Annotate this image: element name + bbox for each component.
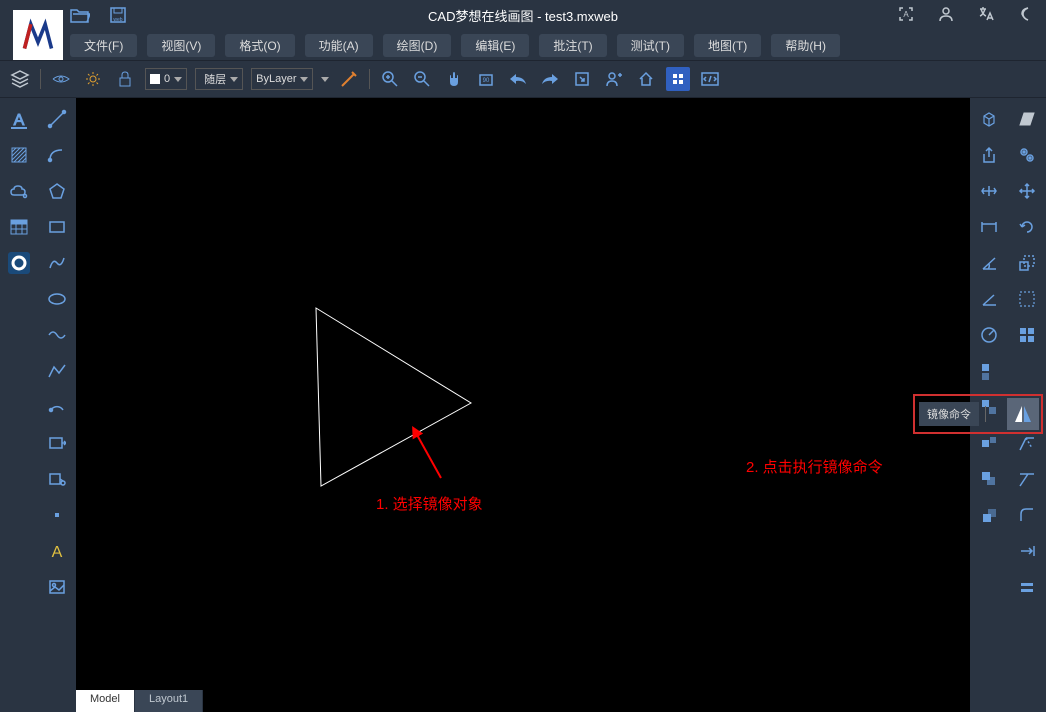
arc-tool-icon[interactable]: [46, 144, 68, 166]
visibility-icon[interactable]: [49, 67, 73, 91]
layer-number: 0: [164, 73, 170, 85]
app-title: CAD梦想在线画图 - test3.mxweb: [428, 6, 618, 25]
bring-front-tool-icon[interactable]: [978, 504, 1000, 526]
menu-file[interactable]: 文件(F): [70, 34, 137, 57]
bylayer-label: ByLayer: [256, 73, 296, 85]
text-tool-icon[interactable]: A: [8, 108, 30, 130]
open-icon[interactable]: [70, 5, 90, 25]
layer-selector[interactable]: 0: [145, 68, 187, 90]
scale-tool-icon[interactable]: [1016, 252, 1038, 274]
align-horiz-tool-icon[interactable]: [978, 180, 1000, 202]
mirror-command-icon[interactable]: [1007, 398, 1039, 430]
half-circle-tool-icon[interactable]: [46, 396, 68, 418]
dim-linear-tool-icon[interactable]: [978, 216, 1000, 238]
drawing-canvas[interactable]: 1. 选择镜像对象 2. 点击执行镜像命令 Model Layout1: [76, 98, 970, 712]
grid-array-tool-icon[interactable]: [1016, 324, 1038, 346]
grid-icon[interactable]: [666, 67, 690, 91]
layers-icon[interactable]: [8, 67, 32, 91]
menu-format[interactable]: 格式(O): [225, 34, 294, 57]
annotation-step1: 1. 选择镜像对象: [376, 493, 483, 514]
svg-text:A: A: [14, 112, 25, 129]
menu-help[interactable]: 帮助(H): [771, 34, 840, 57]
point-tool-icon[interactable]: [46, 504, 68, 526]
bylayer-selector[interactable]: ByLayer: [251, 68, 313, 90]
wave-tool-icon[interactable]: [46, 324, 68, 346]
angle2-tool-icon[interactable]: [978, 288, 1000, 310]
equal-tool-icon[interactable]: [1016, 576, 1038, 598]
rectangle-tool-icon[interactable]: [46, 216, 68, 238]
home-icon[interactable]: [634, 67, 658, 91]
undo-icon[interactable]: [506, 67, 530, 91]
menu-draw[interactable]: 绘图(D): [383, 34, 452, 57]
dropdown-icon[interactable]: [321, 77, 329, 82]
menu-test[interactable]: 测试(T): [617, 34, 684, 57]
zoom-out-icon[interactable]: [410, 67, 434, 91]
insert-block-tool-icon[interactable]: [46, 432, 68, 454]
code-icon[interactable]: [698, 67, 722, 91]
image-tool-icon[interactable]: [46, 576, 68, 598]
save-icon[interactable]: web: [108, 5, 128, 25]
extend-tool-icon[interactable]: [1016, 468, 1038, 490]
svg-text:web: web: [113, 17, 122, 23]
app-logo: [13, 10, 63, 60]
rotate-tool-icon[interactable]: [1016, 216, 1038, 238]
fillet-tool-icon[interactable]: [1016, 504, 1038, 526]
linestyle-label: 随层: [204, 71, 226, 87]
angle-tool-icon[interactable]: [978, 252, 1000, 274]
arrange-tool-icon[interactable]: [978, 432, 1000, 454]
mtext-tool-icon[interactable]: A: [46, 540, 68, 562]
polyline-tool-icon[interactable]: [46, 360, 68, 382]
menu-annotate[interactable]: 批注(T): [539, 34, 606, 57]
eraser-tool-icon[interactable]: [1016, 108, 1038, 130]
scan-icon[interactable]: A: [898, 6, 916, 24]
3dbox-tool-icon[interactable]: [978, 108, 1000, 130]
menubar: 文件(F) 视图(V) 格式(O) 功能(A) 绘图(D) 编辑(E) 批注(T…: [0, 30, 1046, 60]
trim-tool-icon[interactable]: [1016, 432, 1038, 454]
menu-map[interactable]: 地图(T): [694, 34, 761, 57]
redo-icon[interactable]: [538, 67, 562, 91]
translate-icon[interactable]: [978, 6, 996, 24]
align-right-tool-icon[interactable]: [1016, 540, 1038, 562]
menu-view[interactable]: 视图(V): [147, 34, 215, 57]
stack-tool-icon[interactable]: [978, 468, 1000, 490]
linestyle-selector[interactable]: 随层: [195, 68, 243, 90]
svg-text:90: 90: [483, 78, 490, 84]
offset-tool-icon[interactable]: [1016, 144, 1038, 166]
pen-icon[interactable]: [337, 67, 361, 91]
hatch-tool-icon[interactable]: [8, 144, 30, 166]
zoom-in-icon[interactable]: [378, 67, 402, 91]
cloud-tool-icon[interactable]: [8, 180, 30, 202]
table-tool-icon[interactable]: [8, 216, 30, 238]
menu-edit[interactable]: 编辑(E): [461, 34, 529, 57]
annotation-arrow-1: [406, 423, 446, 483]
export-tool-icon[interactable]: [978, 144, 1000, 166]
line-tool-icon[interactable]: [46, 108, 68, 130]
radius-tool-icon[interactable]: [978, 324, 1000, 346]
ellipse-tool-icon[interactable]: [46, 288, 68, 310]
polygon-tool-icon[interactable]: [46, 180, 68, 202]
fullscreen-icon[interactable]: [570, 67, 594, 91]
svg-text:A: A: [52, 544, 63, 560]
mirror-tooltip-highlight: 镜像命令: [913, 394, 1043, 434]
move-tool-icon[interactable]: [1016, 180, 1038, 202]
user-icon[interactable]: [938, 6, 956, 24]
select-tool-icon[interactable]: [1016, 288, 1038, 310]
annotation-step2: 2. 点击执行镜像命令: [746, 456, 883, 477]
theme-icon[interactable]: [1018, 6, 1036, 24]
menu-function[interactable]: 功能(A): [305, 34, 373, 57]
lock-icon[interactable]: [113, 67, 137, 91]
sun-icon[interactable]: [81, 67, 105, 91]
tab-model[interactable]: Model: [76, 690, 135, 712]
circle-tool-icon[interactable]: [8, 252, 30, 274]
user-add-icon[interactable]: [602, 67, 626, 91]
rotate-view-icon[interactable]: 90: [474, 67, 498, 91]
spline-tool-icon[interactable]: [46, 252, 68, 274]
copy-blocks-tool-icon[interactable]: [978, 360, 1000, 382]
pan-icon[interactable]: [442, 67, 466, 91]
svg-text:A: A: [903, 10, 909, 19]
tab-layout1[interactable]: Layout1: [135, 690, 203, 712]
mirror-tooltip-label: 镜像命令: [919, 402, 979, 426]
link-block-tool-icon[interactable]: [46, 468, 68, 490]
